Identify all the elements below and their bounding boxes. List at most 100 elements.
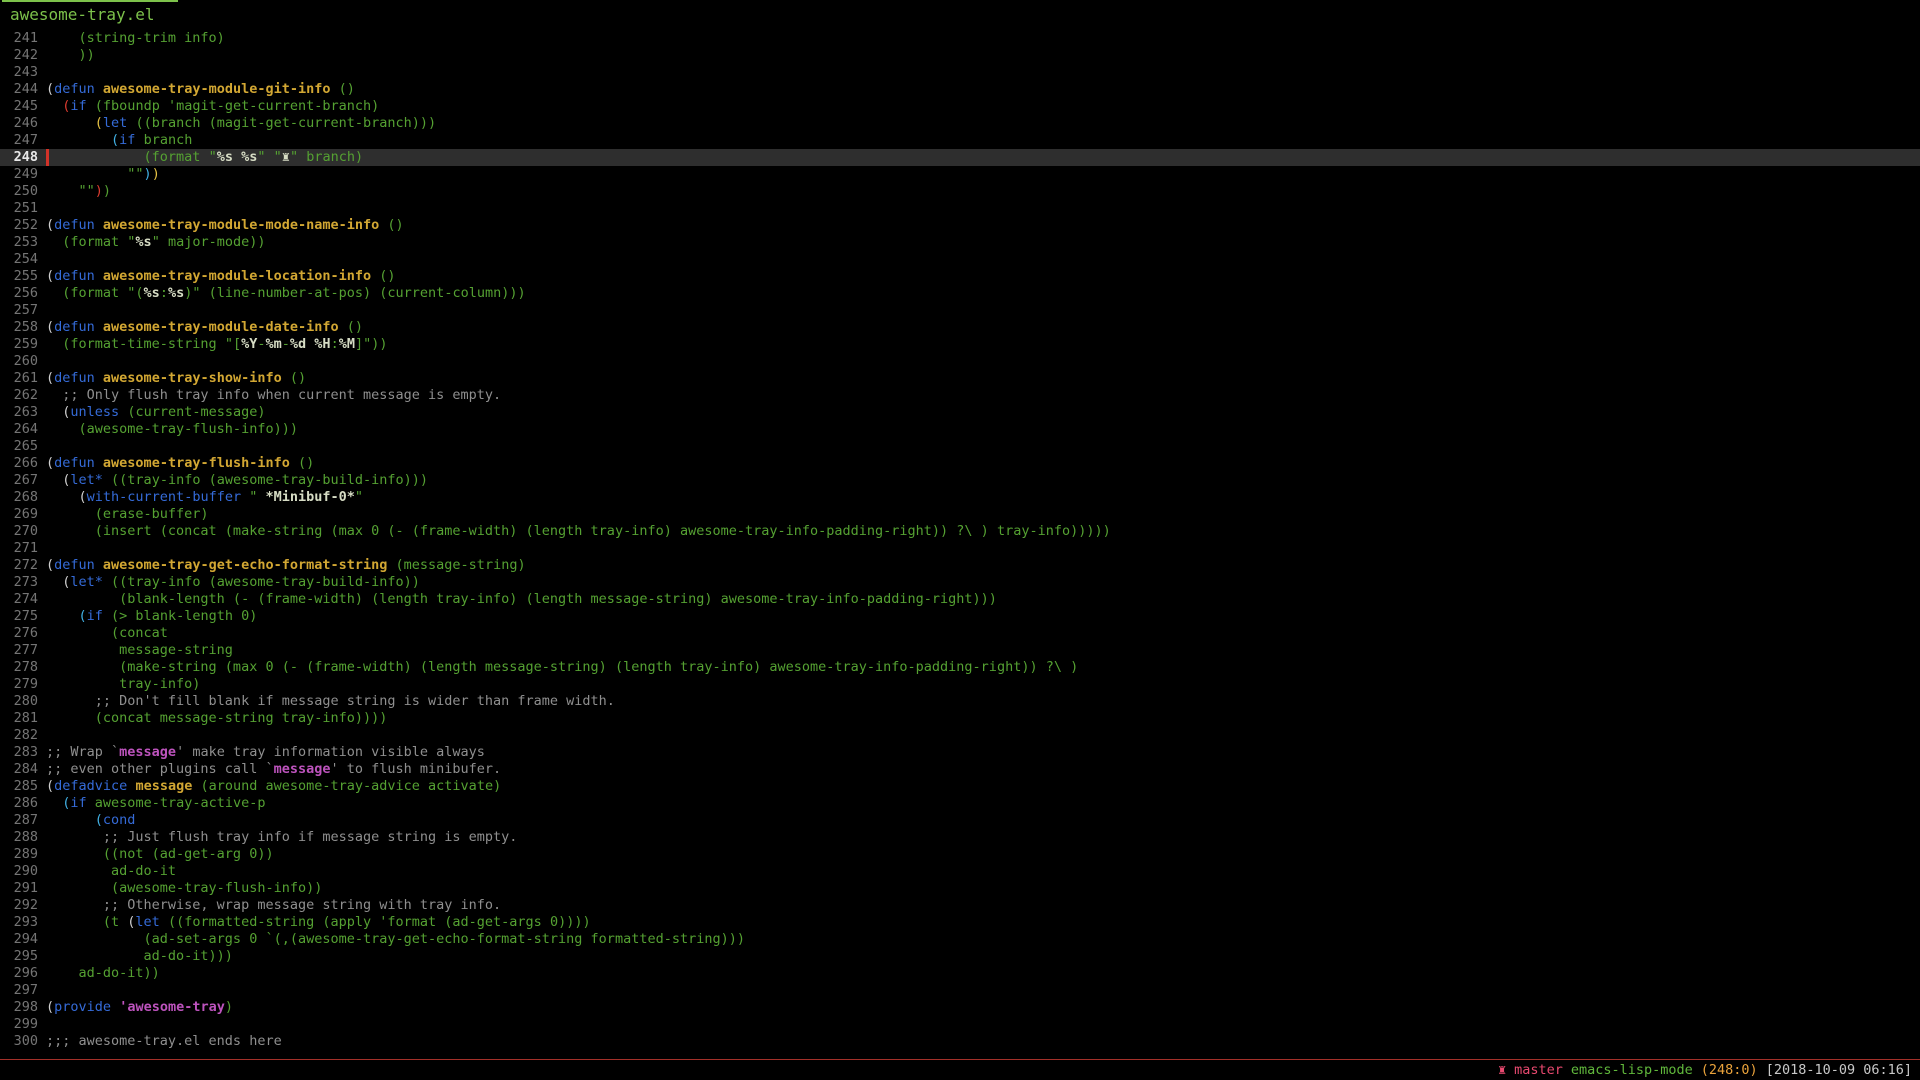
line-row[interactable]: 254 bbox=[0, 251, 1920, 268]
line-number: 286 bbox=[0, 795, 38, 812]
line-row[interactable]: 249 "")) bbox=[0, 166, 1920, 183]
line-code: ((not (ad-get-arg 0)) bbox=[38, 846, 274, 863]
line-row[interactable]: 253 (format "%s" major-mode)) bbox=[0, 234, 1920, 251]
line-code: ad-do-it))) bbox=[38, 948, 233, 965]
line-row[interactable]: 299 bbox=[0, 1016, 1920, 1033]
line-number: 279 bbox=[0, 676, 38, 693]
line-row[interactable]: 277 message-string bbox=[0, 642, 1920, 659]
line-number: 278 bbox=[0, 659, 38, 676]
line-row[interactable]: 250 "")) bbox=[0, 183, 1920, 200]
line-number: 292 bbox=[0, 897, 38, 914]
line-row[interactable]: 272(defun awesome-tray-get-echo-format-s… bbox=[0, 557, 1920, 574]
line-number: 272 bbox=[0, 557, 38, 574]
line-row[interactable]: 298(provide 'awesome-tray) bbox=[0, 999, 1920, 1016]
line-number: 281 bbox=[0, 710, 38, 727]
line-code: ;; even other plugins call `message' to … bbox=[38, 761, 501, 778]
line-row[interactable]: 266(defun awesome-tray-flush-info () bbox=[0, 455, 1920, 472]
git-branch-label: master bbox=[1514, 1062, 1563, 1078]
line-code: (defun awesome-tray-module-mode-name-inf… bbox=[38, 217, 404, 234]
line-row[interactable]: 259 (format-time-string "[%Y-%m-%d %H:%M… bbox=[0, 336, 1920, 353]
line-row[interactable]: 264 (awesome-tray-flush-info))) bbox=[0, 421, 1920, 438]
line-number: 245 bbox=[0, 98, 38, 115]
line-row[interactable]: 297 bbox=[0, 982, 1920, 999]
line-row[interactable]: 265 bbox=[0, 438, 1920, 455]
line-row[interactable]: 251 bbox=[0, 200, 1920, 217]
line-number: 268 bbox=[0, 489, 38, 506]
line-code: (defun awesome-tray-flush-info () bbox=[38, 455, 314, 472]
line-number: 277 bbox=[0, 642, 38, 659]
line-row[interactable]: 262 ;; Only flush tray info when current… bbox=[0, 387, 1920, 404]
line-row[interactable]: 276 (concat bbox=[0, 625, 1920, 642]
code-area[interactable]: 241 (string-trim info)242 ))243244(defun… bbox=[0, 30, 1920, 1050]
line-row[interactable]: 271 bbox=[0, 540, 1920, 557]
line-code: (if awesome-tray-active-p bbox=[38, 795, 265, 812]
line-row[interactable]: 300;;; awesome-tray.el ends here bbox=[0, 1033, 1920, 1050]
line-row[interactable]: 246 (let ((branch (magit-get-current-bra… bbox=[0, 115, 1920, 132]
line-row[interactable]: 280 ;; Don't fill blank if message strin… bbox=[0, 693, 1920, 710]
line-code: ;;; awesome-tray.el ends here bbox=[38, 1033, 282, 1050]
line-row[interactable]: 282 bbox=[0, 727, 1920, 744]
line-number: 299 bbox=[0, 1016, 38, 1033]
buffer-title: awesome-tray.el bbox=[10, 5, 155, 24]
line-row[interactable]: 263 (unless (current-message) bbox=[0, 404, 1920, 421]
line-row[interactable]: 258(defun awesome-tray-module-date-info … bbox=[0, 319, 1920, 336]
line-row[interactable]: 260 bbox=[0, 353, 1920, 370]
line-number: 243 bbox=[0, 64, 38, 81]
cursor-position: (248:0) bbox=[1701, 1062, 1758, 1078]
line-row[interactable]: 244(defun awesome-tray-module-git-info (… bbox=[0, 81, 1920, 98]
line-row[interactable]: 245 (if (fboundp 'magit-get-current-bran… bbox=[0, 98, 1920, 115]
line-row[interactable]: 248 (format "%s %s" "♜" branch) bbox=[0, 149, 1920, 166]
line-row[interactable]: 286 (if awesome-tray-active-p bbox=[0, 795, 1920, 812]
line-row[interactable]: 242 )) bbox=[0, 47, 1920, 64]
line-code: "")) bbox=[38, 166, 160, 183]
line-row[interactable]: 292 ;; Otherwise, wrap message string wi… bbox=[0, 897, 1920, 914]
line-code: (awesome-tray-flush-info)) bbox=[38, 880, 322, 897]
line-row[interactable]: 290 ad-do-it bbox=[0, 863, 1920, 880]
line-row[interactable]: 291 (awesome-tray-flush-info)) bbox=[0, 880, 1920, 897]
line-row[interactable]: 241 (string-trim info) bbox=[0, 30, 1920, 47]
line-row[interactable]: 267 (let* ((tray-info (awesome-tray-buil… bbox=[0, 472, 1920, 489]
line-number: 283 bbox=[0, 744, 38, 761]
line-row[interactable]: 278 (make-string (max 0 (- (frame-width)… bbox=[0, 659, 1920, 676]
line-row[interactable]: 293 (t (let ((formatted-string (apply 'f… bbox=[0, 914, 1920, 931]
line-row[interactable]: 243 bbox=[0, 64, 1920, 81]
line-row[interactable]: 275 (if (> blank-length 0) bbox=[0, 608, 1920, 625]
line-row[interactable]: 257 bbox=[0, 302, 1920, 319]
line-row[interactable]: 295 ad-do-it))) bbox=[0, 948, 1920, 965]
buffer-tab-indicator bbox=[2, 0, 178, 2]
line-code: ;; Just flush tray info if message strin… bbox=[38, 829, 517, 846]
line-row[interactable]: 283;; Wrap `message' make tray informati… bbox=[0, 744, 1920, 761]
line-row[interactable]: 279 tray-info) bbox=[0, 676, 1920, 693]
line-row[interactable]: 270 (insert (concat (make-string (max 0 … bbox=[0, 523, 1920, 540]
line-row[interactable]: 261(defun awesome-tray-show-info () bbox=[0, 370, 1920, 387]
line-row[interactable]: 269 (erase-buffer) bbox=[0, 506, 1920, 523]
statusbar: ♜ master emacs-lisp-mode (248:0) [2018-1… bbox=[0, 1059, 1920, 1080]
line-row[interactable]: 252(defun awesome-tray-module-mode-name-… bbox=[0, 217, 1920, 234]
line-code: (defun awesome-tray-module-location-info… bbox=[38, 268, 396, 285]
line-number: 287 bbox=[0, 812, 38, 829]
line-row[interactable]: 296 ad-do-it)) bbox=[0, 965, 1920, 982]
line-row[interactable]: 285(defadvice message (around awesome-tr… bbox=[0, 778, 1920, 795]
line-code: (defun awesome-tray-module-git-info () bbox=[38, 81, 355, 98]
line-code: (format "%s" major-mode)) bbox=[38, 234, 266, 251]
line-row[interactable]: 284;; even other plugins call `message' … bbox=[0, 761, 1920, 778]
line-number: 290 bbox=[0, 863, 38, 880]
line-row[interactable]: 247 (if branch bbox=[0, 132, 1920, 149]
line-row[interactable]: 289 ((not (ad-get-arg 0)) bbox=[0, 846, 1920, 863]
line-row[interactable]: 256 (format "(%s:%s)" (line-number-at-po… bbox=[0, 285, 1920, 302]
line-number: 285 bbox=[0, 778, 38, 795]
line-number: 269 bbox=[0, 506, 38, 523]
line-code: (defun awesome-tray-get-echo-format-stri… bbox=[38, 557, 526, 574]
line-row[interactable]: 288 ;; Just flush tray info if message s… bbox=[0, 829, 1920, 846]
line-row[interactable]: 294 (ad-set-args 0 `(,(awesome-tray-get-… bbox=[0, 931, 1920, 948]
line-row[interactable]: 255(defun awesome-tray-module-location-i… bbox=[0, 268, 1920, 285]
line-number: 258 bbox=[0, 319, 38, 336]
line-row[interactable]: 287 (cond bbox=[0, 812, 1920, 829]
line-number: 266 bbox=[0, 455, 38, 472]
line-row[interactable]: 273 (let* ((tray-info (awesome-tray-buil… bbox=[0, 574, 1920, 591]
line-number: 250 bbox=[0, 183, 38, 200]
line-row[interactable]: 268 (with-current-buffer " *Minibuf-0*" bbox=[0, 489, 1920, 506]
line-number: 252 bbox=[0, 217, 38, 234]
line-row[interactable]: 281 (concat message-string tray-info)))) bbox=[0, 710, 1920, 727]
line-row[interactable]: 274 (blank-length (- (frame-width) (leng… bbox=[0, 591, 1920, 608]
